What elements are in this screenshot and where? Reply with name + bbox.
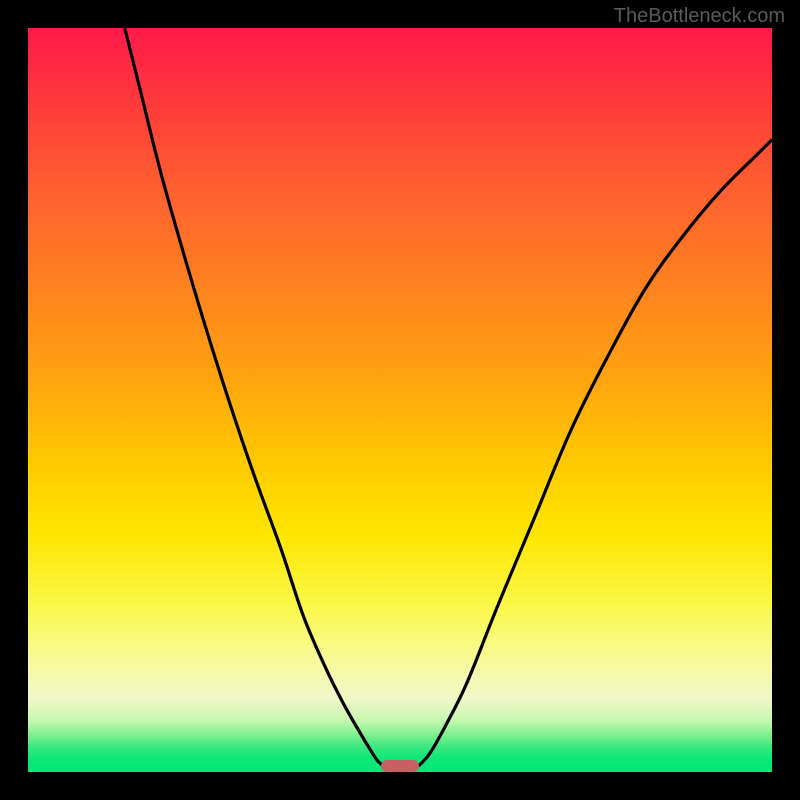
optimum-marker	[381, 760, 418, 772]
plot-area	[28, 28, 772, 772]
right-curve	[419, 140, 772, 766]
curves-svg	[28, 28, 772, 772]
left-curve	[125, 28, 384, 766]
watermark-text: TheBottleneck.com	[614, 5, 785, 28]
